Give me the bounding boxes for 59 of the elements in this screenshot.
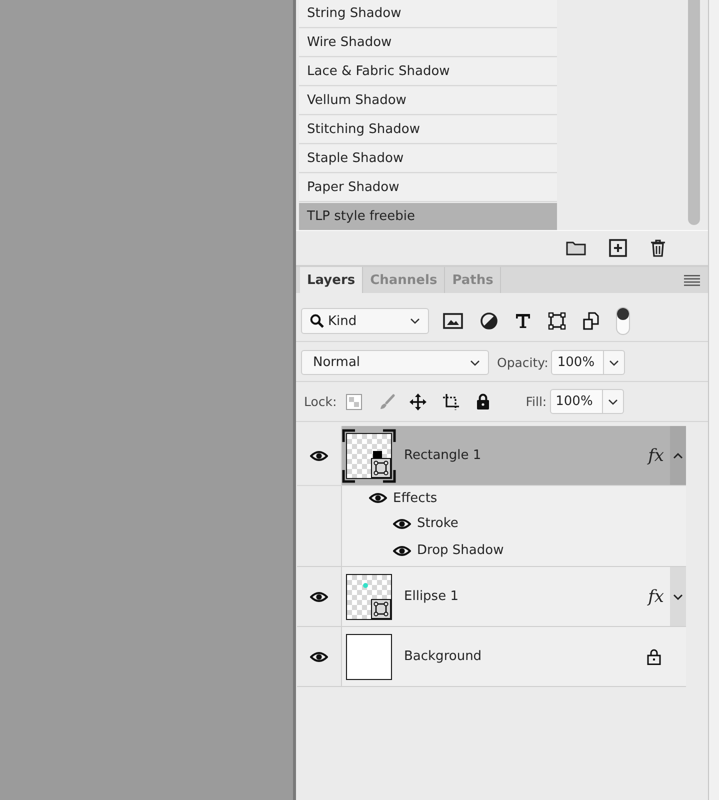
layer-name: Rectangle 1 bbox=[404, 448, 482, 463]
opacity-dropdown-button[interactable] bbox=[604, 350, 626, 375]
eye-icon[interactable] bbox=[393, 544, 411, 556]
style-preset-item[interactable]: String Shadow bbox=[299, 0, 557, 27]
menu-icon[interactable] bbox=[684, 274, 700, 286]
vector-shape-icon bbox=[371, 598, 391, 618]
fill-dropdown-button[interactable] bbox=[602, 389, 624, 414]
caret-icon bbox=[470, 360, 480, 366]
chevron-down-icon[interactable] bbox=[673, 594, 683, 600]
plus-icon[interactable] bbox=[609, 239, 627, 257]
effect-name: Drop Shadow bbox=[417, 543, 504, 558]
lock-label: Lock: bbox=[304, 394, 337, 409]
caret-icon bbox=[608, 398, 618, 404]
style-preset-item[interactable]: Paper Shadow bbox=[299, 174, 557, 201]
type-icon[interactable] bbox=[515, 313, 531, 329]
layer-row[interactable]: Background bbox=[342, 627, 686, 686]
style-preset-item[interactable]: Stitching Shadow bbox=[299, 116, 557, 143]
blend-mode-dropdown[interactable]: Normal bbox=[301, 350, 489, 375]
contrast-icon[interactable] bbox=[480, 312, 498, 330]
lock-icon[interactable] bbox=[476, 393, 490, 410]
style-preset-item[interactable]: TLP style freebie bbox=[299, 203, 557, 230]
fill-field[interactable]: 100% bbox=[550, 389, 603, 414]
move-icon[interactable] bbox=[408, 392, 427, 410]
filter-toggle[interactable] bbox=[616, 307, 630, 335]
style-preset-item[interactable]: Staple Shadow bbox=[299, 145, 557, 172]
crop-icon[interactable] bbox=[442, 392, 460, 410]
image-icon[interactable] bbox=[443, 313, 463, 329]
panel-tab[interactable]: Layers bbox=[300, 267, 364, 293]
style-preset-item[interactable]: Vellum Shadow bbox=[299, 87, 557, 114]
fill-label: Fill: bbox=[526, 394, 547, 409]
folder-icon[interactable] bbox=[566, 240, 586, 256]
caret-icon bbox=[410, 318, 420, 324]
eye-icon[interactable] bbox=[310, 650, 328, 662]
opacity-field[interactable]: 100% bbox=[551, 350, 604, 375]
chevron-up-icon[interactable] bbox=[673, 452, 683, 458]
effects-indicator: fx bbox=[648, 586, 664, 606]
style-preset-item[interactable]: Lace & Fabric Shadow bbox=[299, 58, 557, 85]
search-icon bbox=[310, 314, 324, 328]
layer-row[interactable]: Ellipse 1 fx bbox=[342, 567, 686, 626]
effects-label: Effects bbox=[393, 490, 438, 506]
caret-icon bbox=[609, 360, 620, 366]
style-preset-item[interactable]: Wire Shadow bbox=[299, 29, 557, 56]
vector-shape-icon bbox=[371, 458, 391, 478]
checkerboard-icon[interactable] bbox=[346, 394, 362, 410]
trash-icon[interactable] bbox=[650, 239, 666, 257]
effect-name: Stroke bbox=[417, 516, 458, 531]
scrollbar-thumb[interactable] bbox=[688, 0, 700, 225]
shape-icon[interactable] bbox=[548, 312, 566, 330]
eye-icon[interactable] bbox=[369, 492, 387, 504]
opacity-label: Opacity: bbox=[497, 355, 548, 370]
documents-icon[interactable] bbox=[583, 312, 599, 330]
kind-filter-dropdown[interactable]: Kind bbox=[301, 308, 429, 334]
layer-name: Background bbox=[404, 649, 482, 664]
eye-icon[interactable] bbox=[310, 450, 328, 462]
layer-row[interactable]: Rectangle 1 fx bbox=[342, 426, 686, 485]
effects-indicator: fx bbox=[648, 446, 664, 466]
layer-name: Ellipse 1 bbox=[404, 589, 458, 604]
eye-icon[interactable] bbox=[393, 518, 411, 530]
eye-icon[interactable] bbox=[310, 590, 328, 602]
